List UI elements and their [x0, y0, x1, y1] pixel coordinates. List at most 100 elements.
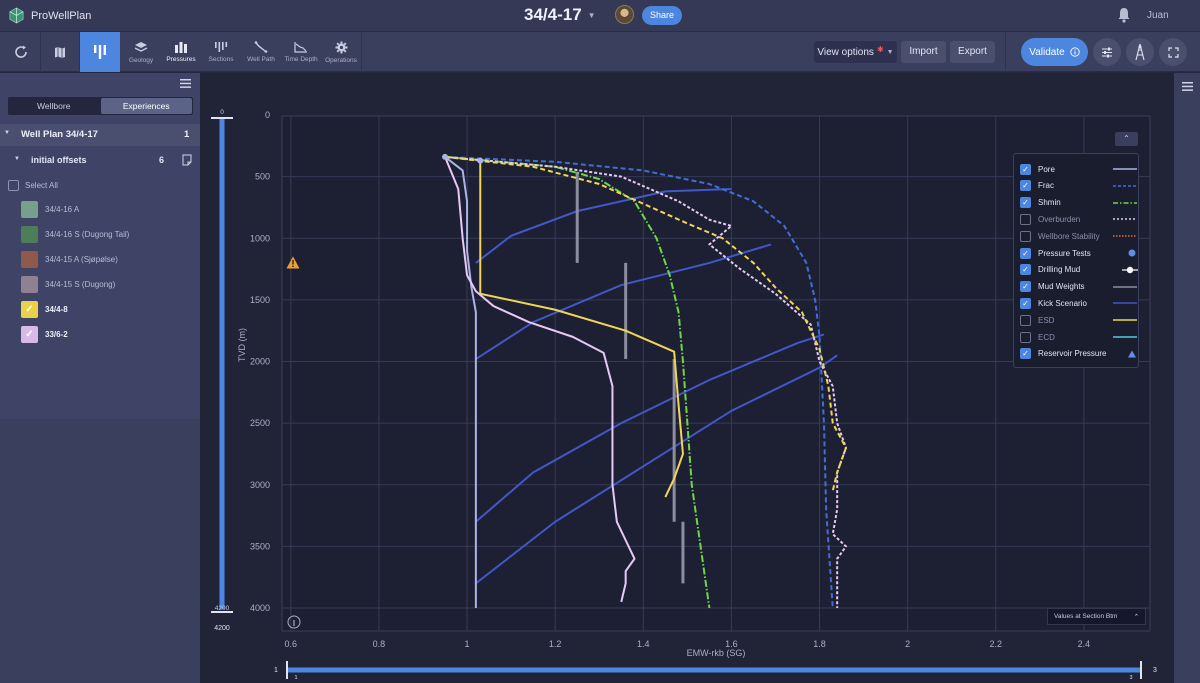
legend-item[interactable]: ✓ Reservoir Pressure	[1020, 347, 1136, 361]
time-depth-icon	[294, 42, 307, 53]
share-button[interactable]: Share	[642, 6, 682, 25]
map-icon	[55, 46, 65, 58]
legend-swatch	[1113, 168, 1137, 170]
cube-logo-icon	[9, 7, 24, 24]
checked-checkbox[interactable]: ✓	[1020, 197, 1031, 209]
legend-swatch	[1113, 285, 1137, 288]
offset-well-item[interactable]: 34/4-15 A (Sjøpølse)	[21, 251, 118, 268]
checkbox[interactable]	[1020, 331, 1031, 343]
legend-label: Kick Scenario	[1038, 298, 1087, 308]
well-plan-row[interactable]: ▼ Well Plan 34/4-17 1	[0, 124, 200, 146]
checked-color-swatch[interactable]: ✓	[21, 301, 38, 318]
tab-geology[interactable]: Geology	[122, 32, 160, 72]
tab-experiences[interactable]: Experiences	[100, 98, 192, 114]
legend-label: Pressure Tests	[1038, 248, 1091, 258]
legend-item[interactable]: ✓ Frac	[1020, 179, 1137, 193]
caret-down-icon: ▼	[4, 130, 10, 136]
legend-swatch	[1122, 266, 1138, 273]
settings-sliders-button[interactable]	[1093, 38, 1121, 66]
note-icon[interactable]	[182, 154, 192, 166]
offset-well-item[interactable]: 34/4-16 A	[21, 201, 79, 218]
checked-checkbox[interactable]: ✓	[1020, 180, 1031, 192]
menu-icon[interactable]	[180, 79, 191, 88]
checked-checkbox[interactable]: ✓	[1020, 264, 1031, 276]
legend-swatch	[1113, 184, 1137, 187]
offset-well-label: 34/4-15 S (Dugong)	[45, 280, 116, 289]
tab-time-depth[interactable]: Time Depth	[282, 32, 320, 72]
offset-well-item[interactable]: ✓ 34/4-8	[21, 301, 68, 318]
legend-label: ESD	[1038, 315, 1055, 325]
well-title-dropdown[interactable]: 34/4-17 ▼	[524, 5, 596, 25]
caret-down-icon: ▼	[14, 156, 20, 162]
well-path-icon	[254, 41, 268, 53]
checkbox[interactable]	[1020, 230, 1031, 242]
legend-swatch	[1113, 235, 1137, 237]
checked-checkbox[interactable]: ✓	[1020, 281, 1031, 293]
checked-checkbox[interactable]: ✓	[1020, 348, 1031, 360]
offset-well-label: 34/4-16 S (Dugong Tail)	[45, 230, 130, 239]
checkbox[interactable]	[1020, 213, 1031, 225]
legend-item[interactable]: ✓ Mud Weights	[1020, 280, 1137, 294]
menu-icon[interactable]	[1182, 82, 1193, 91]
legend-label: ECD	[1038, 332, 1055, 342]
offset-well-item[interactable]: 34/4-16 S (Dugong Tail)	[21, 226, 129, 243]
legend-item[interactable]: ✓ Drilling Mud	[1020, 263, 1138, 277]
chevron-up-icon: ⌃	[1133, 613, 1140, 621]
offset-group-row[interactable]: ▼ initial offsets 6	[0, 150, 200, 172]
map-button[interactable]	[41, 32, 79, 72]
checked-color-swatch[interactable]: ✓	[21, 326, 38, 343]
legend-swatch	[1128, 249, 1136, 257]
view-options-dropdown[interactable]: View options ✱ ▼	[814, 41, 897, 63]
color-swatch[interactable]	[21, 201, 38, 218]
legend-item[interactable]: ESD	[1020, 313, 1137, 327]
chevron-down-icon: ▼	[886, 48, 894, 56]
color-swatch[interactable]	[21, 226, 38, 243]
avatar[interactable]	[615, 5, 634, 24]
warning-icon[interactable]	[286, 256, 300, 269]
values-at-section-button[interactable]: Values at Section Btm ⌃	[1047, 608, 1146, 625]
checked-checkbox[interactable]: ✓	[1020, 247, 1031, 259]
tab-sections[interactable]: Sections	[202, 32, 240, 72]
rig-button[interactable]	[1126, 38, 1154, 66]
color-swatch[interactable]	[21, 251, 38, 268]
bell-icon[interactable]	[1117, 7, 1131, 23]
sliders-icon	[1102, 47, 1112, 57]
legend-label: Mud Weights	[1038, 282, 1085, 292]
tab-pressures[interactable]: Pressures	[162, 32, 200, 72]
well-plan-button[interactable]	[80, 32, 120, 72]
user-menu[interactable]: Juan	[1147, 10, 1169, 21]
import-button[interactable]: Import	[901, 41, 946, 63]
offset-well-item[interactable]: 34/4-15 S (Dugong)	[21, 276, 115, 293]
legend-label: Drilling Mud	[1038, 265, 1081, 275]
validate-button[interactable]: Validate	[1021, 38, 1088, 66]
select-all-checkbox[interactable]: Select All	[8, 180, 58, 191]
legend-item[interactable]: ✓ Pressure Tests	[1020, 246, 1136, 260]
offset-well-item[interactable]: ✓ 33/6-2	[21, 326, 68, 343]
tab-operations[interactable]: Operations	[322, 32, 360, 72]
legend-swatch	[1113, 302, 1137, 305]
legend-item[interactable]: ECD	[1020, 330, 1137, 344]
legend-item[interactable]: ✓ Shmin	[1020, 196, 1137, 210]
legend-swatch	[1113, 218, 1137, 221]
tab-well-path[interactable]: Well Path	[242, 32, 280, 72]
app-logo[interactable]: ProWellPlan	[8, 7, 91, 24]
checked-checkbox[interactable]: ✓	[1020, 297, 1031, 309]
legend-item[interactable]: Overburden	[1020, 212, 1137, 226]
checkbox[interactable]	[1020, 314, 1031, 326]
offset-well-label: 34/4-15 A (Sjøpølse)	[45, 255, 118, 264]
legend-label: Frac	[1038, 181, 1054, 191]
well-plan-count: 1	[184, 129, 190, 140]
color-swatch[interactable]	[21, 276, 38, 293]
checkbox[interactable]	[8, 180, 19, 191]
legend-swatch	[1128, 350, 1136, 358]
legend-item[interactable]: Wellbore Stability	[1020, 229, 1137, 243]
export-button[interactable]: Export	[950, 41, 995, 63]
legend-item[interactable]: ✓ Kick Scenario	[1020, 296, 1137, 310]
fullscreen-button[interactable]	[1159, 38, 1187, 66]
tab-wellbore[interactable]: Wellbore	[8, 97, 100, 115]
legend-collapse-button[interactable]: ⌃	[1115, 132, 1138, 146]
checked-checkbox[interactable]: ✓	[1020, 163, 1031, 175]
refresh-button[interactable]	[2, 32, 40, 72]
legend-item[interactable]: ✓ Pore	[1020, 162, 1137, 176]
toolbar: Geology Pressures Sections Well Path Tim…	[0, 32, 1200, 72]
